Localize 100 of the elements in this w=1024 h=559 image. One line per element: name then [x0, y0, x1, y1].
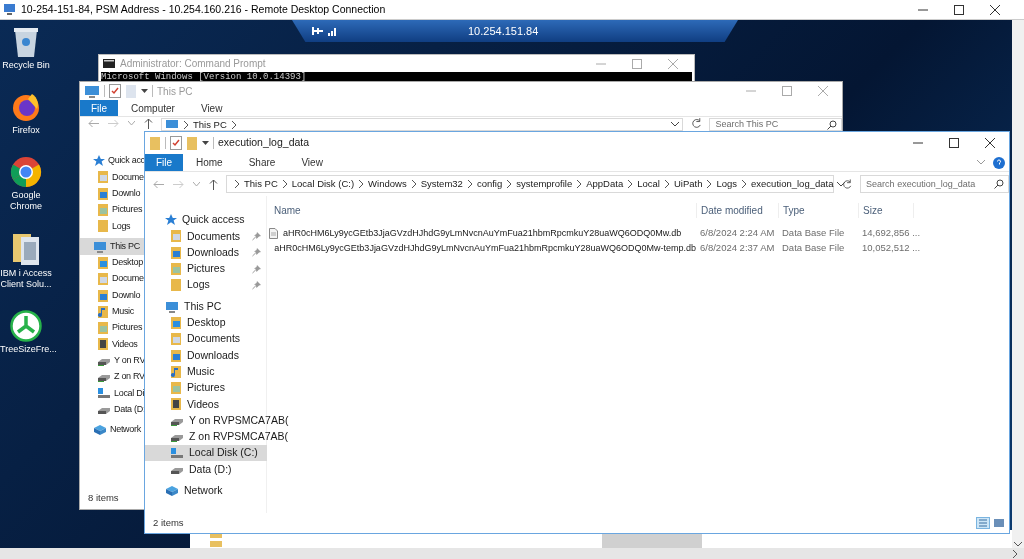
dropdown-icon[interactable] [670, 122, 679, 127]
file-name[interactable]: aHR0cHM6Ly9ycGEtb3JjaGVzdHJhdG9yLmNvcnAuYmFua21hbmRpcmkuY28uaWQ6ODQ0Mw.db [283, 226, 682, 241]
nav-item[interactable]: Y on RVPSMCA7AB( [145, 412, 289, 429]
expand-ribbon-icon[interactable] [977, 160, 985, 165]
nav-item[interactable]: Network [80, 421, 144, 439]
nav-item[interactable]: Network [145, 482, 267, 500]
maximize-icon[interactable] [954, 4, 964, 15]
nav-item[interactable]: Local Disk (C:) [145, 445, 267, 462]
details-view-icon[interactable] [976, 517, 990, 529]
ribbon-tab[interactable]: View [288, 154, 336, 171]
close-icon[interactable] [990, 4, 1000, 15]
nav-item[interactable]: Music [80, 303, 144, 320]
file-menu-tab[interactable]: File [80, 100, 118, 116]
dropdown-icon[interactable] [202, 141, 209, 145]
forward-icon[interactable] [108, 119, 119, 128]
up-icon[interactable] [144, 118, 153, 129]
column-header[interactable]: Size [858, 202, 914, 218]
nav-item[interactable]: Downloads [145, 244, 267, 261]
refresh-icon[interactable] [690, 118, 702, 129]
nav-item[interactable]: Local Di [80, 385, 144, 402]
recent-locations-icon[interactable] [128, 121, 135, 126]
ribbon-tab[interactable]: Computer [118, 100, 188, 116]
close-icon[interactable] [985, 138, 995, 148]
scroll-right-icon[interactable] [1013, 549, 1018, 558]
connection-bar[interactable]: 10.254.151.84 [292, 20, 738, 42]
breadcrumb-item[interactable]: Local [637, 176, 660, 192]
scrollbar[interactable] [1012, 20, 1024, 548]
breadcrumb-item[interactable]: Local Disk (C:) [291, 176, 355, 192]
ribbon-tab[interactable]: Share [235, 154, 289, 171]
nav-item[interactable]: Music [145, 363, 267, 380]
column-header[interactable]: Date modified [696, 202, 778, 218]
nav-item[interactable]: Quick acc [80, 153, 144, 170]
nav-item[interactable]: This PC [145, 298, 267, 315]
column-header[interactable]: Type [778, 202, 858, 218]
search-icon [827, 119, 837, 130]
desktop-icon-label[interactable]: IBM i Access Client Solu... [0, 268, 52, 290]
nav-item[interactable]: Z on RV [80, 368, 144, 386]
nav-item[interactable]: Logs [80, 218, 144, 235]
ribbon-tab[interactable]: Home [183, 154, 236, 171]
breadcrumb-item[interactable]: Logs [716, 176, 738, 192]
nav-item[interactable]: Pictures [80, 201, 144, 219]
nav-item[interactable]: Logs [145, 277, 267, 294]
nav-item[interactable]: Documents [145, 331, 267, 348]
breadcrumb-item[interactable]: systemprofile [516, 176, 573, 192]
nav-item[interactable]: Data (D:) [145, 461, 267, 478]
breadcrumb-item[interactable]: Windows [368, 176, 407, 192]
breadcrumb-item[interactable]: UiPath [673, 176, 703, 192]
desktop-icon-label[interactable]: Recycle Bin [0, 60, 52, 71]
nav-item[interactable]: Downloads [145, 347, 267, 364]
properties-icon[interactable] [170, 136, 182, 150]
date-cell-text: 6/8/2024 2:24 AM [699, 226, 776, 241]
column-header[interactable]: Name [267, 202, 696, 218]
nav-item-label: Quick acc [108, 154, 145, 168]
breadcrumb-item[interactable]: This PC [244, 176, 278, 192]
nav-item[interactable]: Quick access [145, 212, 267, 229]
nav-item[interactable]: Downlo [80, 185, 144, 202]
large-icons-view-icon[interactable] [993, 517, 1005, 529]
ribbon-tab[interactable]: View [187, 100, 236, 116]
nav-item[interactable]: Pictures [145, 260, 267, 278]
breadcrumb-item[interactable]: This PC [193, 119, 227, 130]
help-icon[interactable] [993, 156, 1005, 169]
dropdown-icon[interactable] [141, 89, 148, 93]
scroll-down-icon[interactable] [1014, 542, 1022, 547]
file-menu-tab[interactable]: File [145, 154, 183, 171]
nav-item[interactable]: Z on RVPSMCA7AB( [145, 428, 288, 446]
forward-icon[interactable] [173, 179, 184, 189]
maximize-icon[interactable] [949, 138, 959, 148]
desktop-icon-label[interactable]: Firefox [0, 125, 52, 136]
search-field[interactable]: Search This PC [709, 118, 842, 131]
back-icon[interactable] [88, 119, 99, 128]
breadcrumb-item[interactable]: AppData [586, 176, 624, 192]
nav-item[interactable]: Pictures [145, 379, 267, 397]
refresh-icon[interactable] [842, 178, 853, 190]
nav-item[interactable]: Desktop [145, 314, 267, 332]
file-name[interactable]: aHR0cHM6Ly9ycGEtb3JjaGVzdHJhdG9yLmNvcnAuYmFua21hbmRpcmkuY28uaWQ6ODQ0Mw-temp.db [274, 241, 696, 256]
nav-item[interactable]: Videos [145, 396, 267, 413]
nav-item[interactable]: Docume [80, 169, 144, 186]
search-field[interactable]: Search execution_log_data [860, 175, 1009, 193]
up-icon[interactable] [209, 178, 218, 190]
address-bar[interactable]: This PC [161, 118, 683, 131]
nav-item-label: Pictures [187, 261, 225, 277]
scrollbar[interactable] [0, 548, 1024, 559]
desktop-icon-label[interactable]: Google Chrome [0, 190, 52, 212]
nav-item[interactable]: This PC [80, 238, 144, 255]
nav-item[interactable]: Pictures [80, 319, 144, 337]
recent-locations-icon[interactable] [193, 181, 200, 187]
nav-item[interactable]: Desktop [80, 254, 144, 272]
dropdown-icon[interactable] [837, 181, 846, 187]
nav-item[interactable]: Videos [80, 336, 144, 353]
nav-item[interactable]: Docume [80, 271, 144, 288]
breadcrumb-item[interactable]: config [476, 176, 503, 192]
nav-item[interactable]: Documents [145, 228, 267, 245]
properties-icon[interactable] [109, 84, 121, 98]
breadcrumb-item[interactable]: execution_log_data [751, 176, 834, 192]
recycle-bin-icon [12, 26, 40, 58]
computer-icon[interactable] [84, 84, 100, 98]
nav-item[interactable]: Downlo [80, 287, 144, 304]
back-icon[interactable] [153, 179, 164, 189]
breadcrumb-item[interactable]: System32 [420, 176, 463, 192]
pin-icon[interactable] [312, 26, 324, 36]
